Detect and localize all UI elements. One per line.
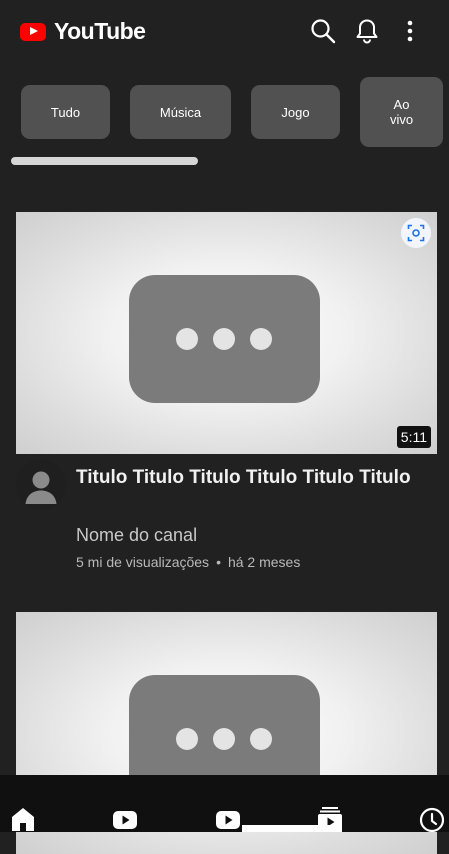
placeholder-dot xyxy=(176,328,198,350)
notifications-bell-icon[interactable] xyxy=(352,16,382,46)
video-stats: 5 mi de visualizações • há 2 meses xyxy=(76,554,300,570)
history-icon xyxy=(419,807,445,833)
video-duration: 5:11 xyxy=(396,426,431,448)
nav-shorts[interactable] xyxy=(111,805,139,833)
search-icon[interactable] xyxy=(308,16,338,46)
placeholder-dot xyxy=(250,728,272,750)
subscriptions-icon xyxy=(216,811,240,829)
placeholder-dot xyxy=(213,328,235,350)
chip-jogo[interactable]: Jogo xyxy=(251,85,340,139)
placeholder-dot xyxy=(250,328,272,350)
chip-tudo[interactable]: Tudo xyxy=(21,85,110,139)
chip-label: Tudo xyxy=(50,104,81,120)
more-options-icon[interactable] xyxy=(395,16,425,46)
view-count: 5 mi de visualizações xyxy=(76,554,210,570)
nav-home[interactable] xyxy=(9,805,37,833)
placeholder-dot xyxy=(213,728,235,750)
youtube-play-icon xyxy=(20,22,46,41)
app-title: YouTube xyxy=(54,18,146,44)
home-indicator xyxy=(242,825,342,832)
youtube-logo[interactable]: YouTube xyxy=(20,18,146,45)
nav-subscriptions[interactable] xyxy=(214,805,242,833)
chips-scrollbar[interactable] xyxy=(11,157,198,165)
top-app-bar: YouTube xyxy=(0,0,449,64)
chip-label: Jogo xyxy=(281,104,310,120)
video-title[interactable]: Titulo Titulo Titulo Titulo Titulo Titul… xyxy=(76,465,416,490)
shorts-icon xyxy=(113,811,137,829)
chip-musica[interactable]: Música xyxy=(130,85,231,139)
category-chips: Tudo Música Jogo Ao vivo xyxy=(0,76,449,148)
placeholder-dot xyxy=(176,728,198,750)
bottom-navigation xyxy=(0,775,449,833)
video-details[interactable]: Titulo Titulo Titulo Titulo Titulo Titul… xyxy=(16,460,437,580)
chip-label: Música xyxy=(159,104,202,120)
channel-avatar[interactable] xyxy=(16,460,66,510)
stats-separator: • xyxy=(216,554,221,570)
image-placeholder-icon xyxy=(129,275,320,403)
channel-name[interactable]: Nome do canal xyxy=(76,525,197,546)
nav-history[interactable] xyxy=(418,805,446,833)
chip-ao-vivo[interactable]: Ao vivo xyxy=(360,77,443,147)
video-thumbnail[interactable]: 5:11 xyxy=(16,212,437,454)
chip-label: Ao vivo xyxy=(389,97,414,127)
upload-age: há 2 meses xyxy=(227,554,301,570)
home-icon xyxy=(12,808,34,831)
lens-scan-icon[interactable] xyxy=(401,218,431,248)
